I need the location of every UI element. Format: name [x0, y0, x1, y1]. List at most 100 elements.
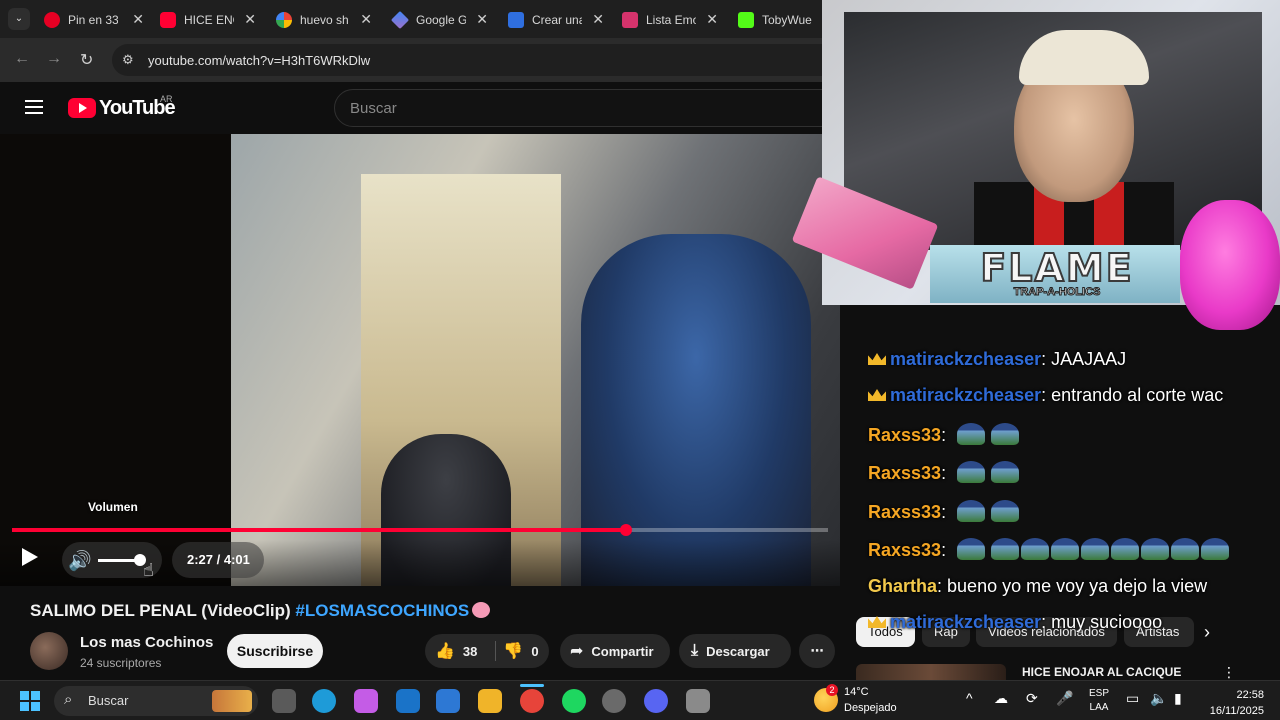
- pinterest-icon: [44, 12, 60, 28]
- chat-username[interactable]: Raxss33: [868, 425, 941, 445]
- chat-separator: :: [941, 540, 952, 560]
- spotify-icon[interactable]: [562, 689, 586, 713]
- forward-arrow-icon[interactable]: →: [46, 50, 62, 68]
- tab-kick-tobywue[interactable]: TobyWue: [738, 6, 822, 34]
- close-icon[interactable]: ✕: [360, 11, 372, 28]
- search-input[interactable]: Buscar: [334, 89, 854, 127]
- thumbs-up-icon[interactable]: 👍: [435, 641, 455, 661]
- search-icon: ⌕: [64, 691, 73, 708]
- windows-start-icon[interactable]: [20, 691, 40, 711]
- chat-username[interactable]: matirackzcheaser: [890, 349, 1041, 369]
- scrubber-handle[interactable]: [619, 524, 632, 536]
- edge-icon[interactable]: [312, 689, 336, 713]
- gemini-icon: [390, 10, 410, 30]
- chat-message: Raxss33:: [868, 500, 1020, 530]
- tab-lista-emo[interactable]: Lista Emo ✕: [622, 6, 718, 34]
- close-icon[interactable]: ✕: [244, 11, 256, 28]
- tab-title: TobyWue: [762, 13, 812, 27]
- chat-username[interactable]: Raxss33: [868, 502, 941, 522]
- close-icon[interactable]: ✕: [592, 11, 604, 28]
- clock[interactable]: 22:58 16/11/2025: [1204, 687, 1264, 719]
- more-actions-button[interactable]: ⋯: [799, 634, 835, 668]
- discord-icon[interactable]: [644, 689, 668, 713]
- related-video-thumbnail[interactable]: [856, 664, 1006, 680]
- kick-icon: [738, 12, 754, 28]
- pepe-emote-icon: [957, 423, 986, 445]
- tab-youtube-hice[interactable]: HICE ENO ✕: [160, 6, 256, 34]
- chat-username[interactable]: Raxss33: [868, 463, 941, 483]
- chat-message: Raxss33:: [868, 461, 1020, 491]
- store-icon[interactable]: [436, 689, 460, 713]
- monitor-icon[interactable]: ▭: [1126, 690, 1139, 707]
- close-icon[interactable]: ✕: [706, 11, 718, 28]
- reload-icon[interactable]: ↻: [80, 50, 93, 70]
- subscriber-count: 24 suscriptores: [80, 656, 162, 670]
- chat-username[interactable]: matirackzcheaser: [890, 612, 1041, 632]
- tab-google-search[interactable]: huevo sh ✕: [276, 6, 372, 34]
- outlook-icon[interactable]: [396, 689, 420, 713]
- close-icon[interactable]: ✕: [476, 11, 488, 28]
- chat-separator: :: [1041, 385, 1052, 405]
- download-button[interactable]: ⤓ Descargar: [679, 634, 791, 668]
- tab-paypal[interactable]: Crear una ✕: [508, 6, 604, 34]
- task-view-icon[interactable]: [272, 689, 296, 713]
- microphone-icon[interactable]: 🎤: [1056, 690, 1073, 707]
- pepe-emote-icon: [991, 423, 1020, 445]
- dislike-count[interactable]: 0: [531, 644, 538, 659]
- avatar[interactable]: [30, 632, 68, 670]
- battery-icon[interactable]: ▮: [1174, 690, 1182, 707]
- close-icon[interactable]: ✕: [132, 11, 144, 28]
- video-player[interactable]: Volumen 🔊 ☝ 2:27 / 4:01: [0, 134, 840, 586]
- chat-separator: :: [941, 425, 952, 445]
- tab-google-gemini[interactable]: Google G ✕: [390, 6, 488, 34]
- site-settings-icon[interactable]: ⚙: [122, 52, 134, 68]
- copilot-icon[interactable]: [354, 689, 378, 713]
- taskbar-search[interactable]: ⌕ Buscar: [54, 686, 258, 716]
- tab-search-button[interactable]: ⌄: [8, 8, 30, 30]
- github-icon[interactable]: [602, 689, 626, 713]
- chevron-up-icon[interactable]: ^: [966, 690, 973, 706]
- notification-badge: 2: [826, 684, 838, 696]
- overlay-banner-title: FLAME: [979, 245, 1134, 291]
- speaker-icon[interactable]: 🔈: [1150, 690, 1167, 707]
- windows-taskbar: ⌕ Buscar: [0, 680, 1280, 720]
- chat-username[interactable]: Ghartha: [868, 576, 937, 596]
- buddha-icon: [1180, 200, 1280, 330]
- back-arrow-icon[interactable]: ←: [14, 50, 30, 68]
- hashtag-link[interactable]: #LOSMASCOCHINOS: [295, 601, 469, 620]
- related-video-title[interactable]: HICE ENOJAR AL CACIQUE: [1022, 665, 1181, 679]
- more-vert-icon[interactable]: ⋮: [1222, 664, 1236, 681]
- sync-icon[interactable]: ⟳: [1026, 690, 1038, 707]
- temperature[interactable]: 14°C: [844, 686, 869, 698]
- video-frame: [231, 134, 840, 586]
- weather-condition[interactable]: Despejado: [844, 702, 897, 714]
- tray-app-icon[interactable]: ☁: [994, 690, 1008, 707]
- play-icon[interactable]: [22, 548, 38, 566]
- share-button[interactable]: ➦ Compartir: [560, 634, 670, 668]
- url-text[interactable]: youtube.com/watch?v=H3hT6WRkDlw: [148, 53, 370, 68]
- chat-username[interactable]: Raxss33: [868, 540, 941, 560]
- chat-separator: :: [937, 576, 948, 596]
- menu-icon[interactable]: [25, 100, 43, 114]
- chat-text: JAAJAAJ: [1051, 349, 1127, 369]
- files-icon[interactable]: [478, 689, 502, 713]
- settings-icon[interactable]: [686, 689, 710, 713]
- crown-icon: [868, 353, 886, 365]
- tab-title: Google G: [416, 13, 466, 27]
- youtube-logo-icon[interactable]: [68, 98, 96, 118]
- pig-emoji-icon: [472, 602, 491, 618]
- address-bar[interactable]: ⚙ youtube.com/watch?v=H3hT6WRkDlw: [112, 44, 872, 76]
- chat-message: Raxss33:: [868, 538, 1230, 568]
- tab-pinterest[interactable]: Pin en 33 ✕: [44, 6, 144, 34]
- channel-name[interactable]: Los mas Cochinos: [80, 634, 213, 651]
- chrome-icon[interactable]: [520, 689, 544, 713]
- volume-icon[interactable]: 🔊: [68, 549, 92, 573]
- chat-username[interactable]: matirackzcheaser: [890, 385, 1041, 405]
- thumbs-down-icon[interactable]: 👎: [503, 641, 523, 661]
- input-language[interactable]: ESP LAA: [1089, 687, 1109, 715]
- tab-title: Pin en 33: [68, 13, 118, 27]
- progress-bar[interactable]: [12, 524, 828, 536]
- subscribe-button[interactable]: Suscribirse: [227, 634, 323, 668]
- active-app-indicator: [520, 684, 544, 687]
- like-count[interactable]: 38: [463, 644, 477, 659]
